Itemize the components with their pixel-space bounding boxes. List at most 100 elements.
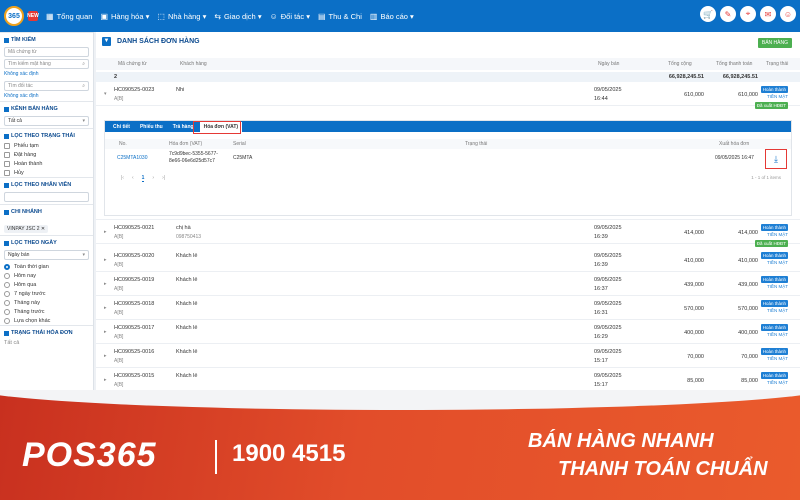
order-code[interactable]: HC090525-0019 [114, 277, 154, 283]
pos365-logo[interactable]: 365 [4, 6, 24, 26]
search-header-label: TÌM KIẾM [11, 37, 36, 43]
gift-icon[interactable]: ✉ [760, 6, 776, 22]
nav-item-0[interactable]: ▦ Tổng quan [46, 12, 92, 21]
radio-button[interactable] [4, 290, 10, 297]
chevron-icon[interactable]: ▸ [104, 281, 107, 287]
checkbox[interactable] [4, 169, 10, 176]
date-option[interactable]: Tháng trước [0, 307, 93, 316]
radio-button[interactable] [4, 272, 10, 279]
table-row[interactable]: ▸ HC090525-0015 A[B] Khách lẻ 09/05/2025 15:1… [96, 370, 800, 390]
status-option-label: Đặt hàng [14, 151, 37, 158]
table-row[interactable]: ▸ HC090525-0018 A[B] Khách lẻ 09/05/2025 16:3… [96, 298, 800, 320]
order-paid: 70,000 [741, 354, 758, 360]
channel-select[interactable]: Tất cả ▾ [4, 116, 89, 126]
date-type-select[interactable]: Ngày bán ▾ [4, 250, 89, 260]
nav-item-3[interactable]: ⇆ Giao dịch ▾ [214, 12, 261, 21]
table-row[interactable]: ▸ HC090525-0016 A[B] Khách lẻ 09/05/2025 15:1… [96, 346, 800, 368]
tab-1[interactable]: Phiếu thu [136, 122, 167, 132]
table-row[interactable]: ▸ HC090525-0019 A[B] Khách lẻ 09/05/2025 16:3… [96, 274, 800, 296]
payment-method: TIỀN MẶT [767, 284, 788, 289]
col-paid[interactable]: Tổng thanh toán [716, 61, 752, 67]
date-option[interactable]: 7 ngày trước [0, 289, 93, 298]
pager-item[interactable]: ›| [162, 175, 165, 182]
table-row[interactable]: ▾ HC090525-0023 A[B] Nhi 09/05/2025 16:44 610,… [96, 84, 800, 109]
report-icon: ▥ [369, 11, 378, 21]
chevron-icon[interactable]: ▸ [104, 329, 107, 335]
nav-item-6[interactable]: ▥ Báo cáo ▾ [370, 12, 414, 21]
cart-icon[interactable]: 🛒 [700, 6, 716, 22]
date-option[interactable]: Lựa chọn khác [0, 316, 93, 325]
branch-chip[interactable]: VINPAY JSC 2 ✕ [4, 225, 49, 233]
chevron-icon[interactable]: ▸ [104, 353, 107, 359]
status-option[interactable]: Hoàn thành [0, 159, 93, 168]
chevron-icon[interactable]: ▸ [104, 257, 107, 263]
col-total[interactable]: Tổng cộng [668, 61, 692, 67]
date-option[interactable]: Tháng này [0, 298, 93, 307]
payment-method: TIỀN MẶT [767, 308, 788, 313]
invoice-status-value[interactable]: Tất cả [0, 338, 93, 347]
tab-0[interactable]: Chi tiết [109, 122, 134, 132]
search-icon[interactable]: ⌕ [82, 83, 85, 89]
chevron-icon[interactable]: ▸ [104, 305, 107, 311]
table-row[interactable]: ▸ HC090525-0021 A[B] chị hà 098750413 09/05/2… [96, 222, 800, 247]
order-code[interactable]: HC090525-0018 [114, 301, 154, 307]
search-icon[interactable]: ⌕ [82, 61, 85, 67]
item-search-input[interactable]: Tìm kiếm mặt hàng ⌕ [4, 59, 89, 69]
order-code[interactable]: HC090525-0021 [114, 225, 154, 231]
chevron-icon[interactable]: ▸ [104, 229, 107, 235]
order-paid: 410,000 [738, 258, 758, 264]
table-row[interactable]: ▸ HC090525-0020 A[B] Khách lẻ 09/05/2025 16:3… [96, 250, 800, 272]
filter-icon[interactable]: ▼ [102, 36, 111, 46]
col-code[interactable]: Mã chứng từ [118, 61, 147, 67]
date-option[interactable]: Toàn thời gian [0, 262, 93, 271]
code-search-input[interactable]: Mã chứng từ [4, 47, 89, 57]
order-code[interactable]: HC090525-0017 [114, 325, 154, 331]
order-sub: A[B] [114, 382, 124, 388]
nav-item-2[interactable]: ⬚ Nhà hàng ▾ [157, 12, 206, 21]
col-date[interactable]: Ngày bán [598, 61, 619, 67]
chevron-icon[interactable]: ▾ [104, 91, 107, 97]
date-option[interactable]: Hôm qua [0, 280, 93, 289]
radio-button[interactable] [4, 317, 10, 324]
brand-logo: POS365 [22, 436, 157, 474]
order-code[interactable]: HC090525-0015 [114, 373, 154, 379]
order-code[interactable]: HC090525-0016 [114, 349, 154, 355]
location-icon[interactable]: ⌖ [740, 6, 756, 22]
nav-item-1[interactable]: ▣ Hàng hóa ▾ [100, 12, 149, 21]
pager-item[interactable]: ‹ [132, 175, 134, 182]
pager-item[interactable]: › [152, 175, 154, 182]
order-sub: A[B] [114, 262, 124, 268]
order-total: 439,000 [684, 282, 704, 288]
order-code[interactable]: HC090525-0023 [114, 87, 154, 93]
staff-select[interactable] [4, 192, 89, 202]
undetermined-checkbox[interactable]: Không xác định [0, 71, 93, 79]
date-option[interactable]: Hôm nay [0, 271, 93, 280]
status-option[interactable]: Phiếu tạm [0, 141, 93, 150]
checkbox[interactable] [4, 151, 10, 158]
nav-item-4[interactable]: ☺ Đối tác ▾ [270, 12, 310, 21]
sell-button[interactable]: BÁN HÀNG [757, 38, 792, 48]
radio-button[interactable] [4, 263, 10, 270]
radio-button[interactable] [4, 281, 10, 288]
partner-search-input[interactable]: Tìm đối tác ⌕ [4, 81, 89, 91]
chevron-icon[interactable]: ▸ [104, 377, 107, 383]
radio-button[interactable] [4, 299, 10, 306]
checkbox[interactable] [4, 142, 10, 149]
user-icon[interactable]: ☺ [780, 6, 796, 22]
vat-number-link[interactable]: C25MTA1030 [117, 155, 147, 161]
status-option[interactable]: Hủy [0, 168, 93, 177]
checkbox[interactable] [4, 160, 10, 167]
status-option[interactable]: Đặt hàng [0, 150, 93, 159]
pager-item[interactable]: 1 [141, 175, 145, 182]
radio-button[interactable] [4, 308, 10, 315]
order-code[interactable]: HC090525-0020 [114, 253, 154, 259]
col-customer[interactable]: Khách hàng [180, 61, 207, 67]
summary-total: 66,928,245.51 [668, 74, 704, 80]
status-option-label: Hủy [14, 169, 24, 176]
edit-icon[interactable]: ✎ [720, 6, 736, 22]
nav-item-5[interactable]: ▤ Thu & Chi [318, 12, 362, 21]
table-row[interactable]: ▸ HC090525-0017 A[B] Khách lẻ 09/05/2025 16:2… [96, 322, 800, 344]
pager-item[interactable]: |‹ [121, 175, 124, 182]
col-status[interactable]: Trạng thái [766, 61, 788, 67]
undetermined-checkbox-2[interactable]: Không xác định [0, 93, 93, 101]
